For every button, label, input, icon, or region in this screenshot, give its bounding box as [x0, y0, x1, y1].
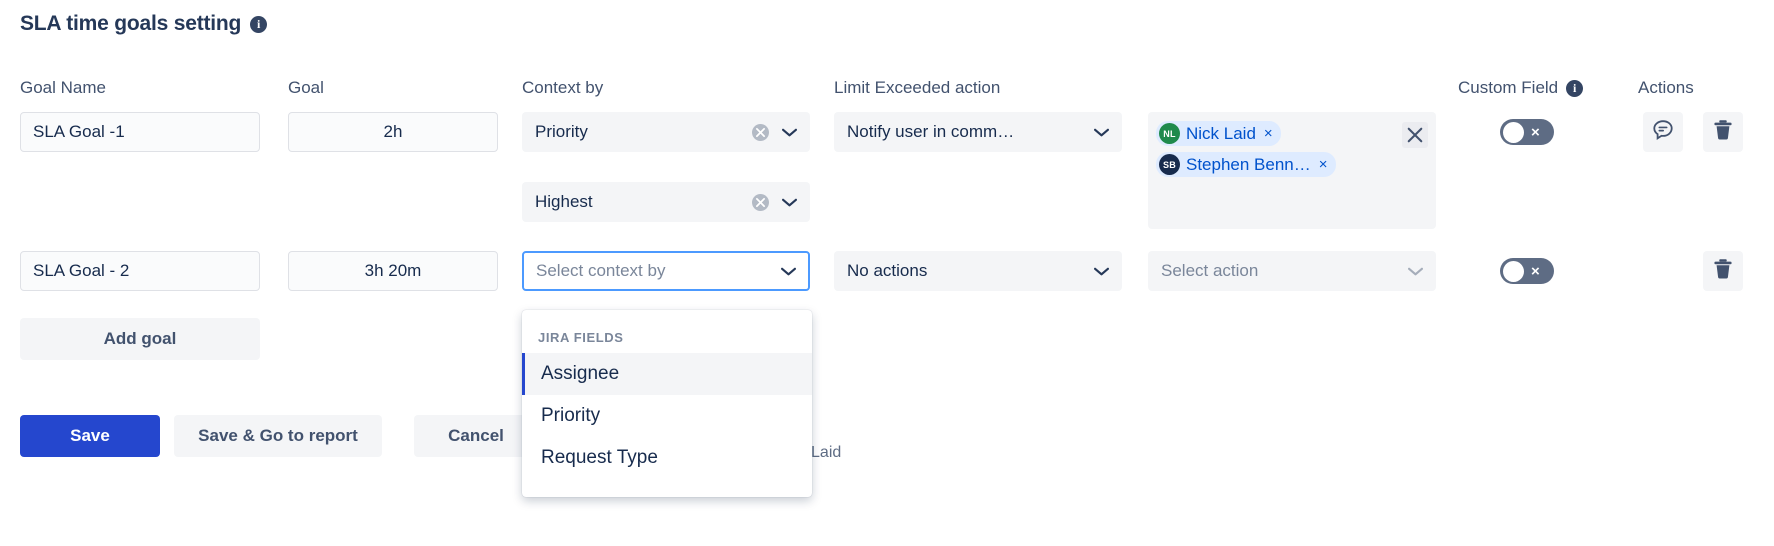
goal-name-value-row-1: SLA Goal -1: [33, 122, 125, 142]
column-header-actions-label: Actions: [1638, 78, 1694, 98]
save-button-label: Save: [70, 426, 110, 446]
dropdown-item-priority[interactable]: Priority: [522, 395, 812, 437]
limit-exceeded-action-value-row-2: No actions: [847, 261, 1094, 281]
add-goal-button[interactable]: Add goal: [20, 318, 260, 360]
cancel-button-label: Cancel: [448, 426, 504, 446]
toggle-knob: [1503, 261, 1524, 282]
comment-action-button-row-1[interactable]: [1643, 112, 1683, 152]
column-header-context-by: Context by: [522, 78, 603, 98]
goal-name-input-row-1[interactable]: SLA Goal -1: [20, 112, 260, 152]
context-value-row-1: Highest: [535, 192, 752, 212]
column-header-goal-name-label: Goal Name: [20, 78, 106, 98]
save-button[interactable]: Save: [20, 415, 160, 457]
dropdown-item-priority-label: Priority: [541, 405, 600, 426]
goal-name-input-row-2[interactable]: SLA Goal - 2: [20, 251, 260, 291]
delete-icon: [1712, 257, 1734, 286]
dropdown-group-label: JIRA FIELDS: [522, 316, 812, 353]
limit-exceeded-action-value-row-1: Notify user in comm…: [847, 122, 1094, 142]
save-and-go-to-report-label: Save & Go to report: [198, 426, 358, 446]
page-title-row: SLA time goals setting i: [20, 12, 267, 36]
delete-icon: [1712, 118, 1734, 147]
column-header-custom-field-label: Custom Field: [1458, 78, 1558, 98]
context-by-value-row-1: Priority: [535, 122, 752, 142]
remove-user-icon[interactable]: ×: [1317, 157, 1328, 172]
context-by-placeholder-row-2: Select context by: [536, 261, 781, 281]
clear-context-value-icon-row-1[interactable]: [752, 194, 769, 211]
cancel-button[interactable]: Cancel: [414, 415, 538, 457]
info-icon[interactable]: i: [250, 16, 267, 33]
chevron-down-icon-limit-action-row-1[interactable]: [1094, 128, 1109, 137]
chevron-down-icon-context-value-row-1[interactable]: [782, 198, 797, 207]
avatar: SB: [1159, 154, 1180, 175]
context-by-select-row-1[interactable]: Priority: [522, 112, 810, 152]
dropdown-item-request-type[interactable]: Request Type: [522, 437, 812, 479]
page-title: SLA time goals setting: [20, 12, 241, 36]
chevron-down-icon-context-by-row-2[interactable]: [781, 267, 796, 276]
dropdown-item-assignee-label: Assignee: [541, 363, 619, 384]
goal-name-value-row-2: SLA Goal - 2: [33, 261, 129, 281]
column-header-actions: Actions: [1638, 78, 1694, 98]
goal-duration-value-row-2: 3h 20m: [365, 261, 422, 281]
column-header-custom-field: Custom Field i: [1458, 78, 1583, 98]
column-header-context-by-label: Context by: [522, 78, 603, 98]
column-header-limit-exceeded-action-label: Limit Exceeded action: [834, 78, 1000, 98]
goal-duration-input-row-2[interactable]: 3h 20m: [288, 251, 498, 291]
column-header-limit-exceeded-action: Limit Exceeded action: [834, 78, 1000, 98]
dropdown-item-assignee[interactable]: Assignee: [522, 353, 812, 395]
user-chip[interactable]: NL Nick Laid ×: [1156, 121, 1281, 146]
custom-field-info-icon[interactable]: i: [1566, 80, 1583, 97]
context-value-select-row-1[interactable]: Highest: [522, 182, 810, 222]
column-header-goal: Goal: [288, 78, 324, 98]
chevron-down-icon-context-by-row-1[interactable]: [782, 128, 797, 137]
chevron-down-icon-action-target-row-2[interactable]: [1408, 267, 1423, 276]
limit-exceeded-action-select-row-2[interactable]: No actions: [834, 251, 1122, 291]
delete-action-button-row-1[interactable]: [1703, 112, 1743, 152]
user-chip-name: Stephen Benn…: [1186, 155, 1311, 175]
dropdown-item-request-type-label: Request Type: [541, 447, 658, 468]
clear-context-by-icon-row-1[interactable]: [752, 124, 769, 141]
action-target-placeholder-row-2: Select action: [1161, 261, 1408, 281]
toggle-off-mark: ×: [1531, 264, 1540, 279]
limit-exceeded-action-select-row-1[interactable]: Notify user in comm…: [834, 112, 1122, 152]
user-picker-row-1[interactable]: NL Nick Laid × SB Stephen Benn… ×: [1148, 112, 1436, 229]
user-chip[interactable]: SB Stephen Benn… ×: [1156, 152, 1336, 177]
context-by-select-row-2[interactable]: Select context by: [522, 251, 810, 291]
column-header-goal-label: Goal: [288, 78, 324, 98]
custom-field-toggle-row-1[interactable]: ×: [1500, 119, 1554, 145]
context-by-dropdown-menu[interactable]: JIRA FIELDS Assignee Priority Request Ty…: [522, 310, 812, 497]
remove-user-icon[interactable]: ×: [1262, 126, 1273, 141]
user-chip-name: Nick Laid: [1186, 124, 1256, 144]
add-goal-label: Add goal: [104, 329, 177, 349]
custom-field-toggle-row-2[interactable]: ×: [1500, 258, 1554, 284]
toggle-off-mark: ×: [1531, 125, 1540, 140]
chevron-down-icon-limit-action-row-2[interactable]: [1094, 267, 1109, 276]
goal-duration-value-row-1: 2h: [384, 122, 403, 142]
column-header-goal-name: Goal Name: [20, 78, 106, 98]
toggle-knob: [1503, 122, 1524, 143]
delete-action-button-row-2[interactable]: [1703, 251, 1743, 291]
save-and-go-to-report-button[interactable]: Save & Go to report: [174, 415, 382, 457]
avatar: NL: [1159, 123, 1180, 144]
goal-duration-input-row-1[interactable]: 2h: [288, 112, 498, 152]
clear-all-users-icon[interactable]: [1402, 122, 1428, 148]
action-target-select-row-2[interactable]: Select action: [1148, 251, 1436, 291]
comment-icon: [1651, 118, 1675, 147]
